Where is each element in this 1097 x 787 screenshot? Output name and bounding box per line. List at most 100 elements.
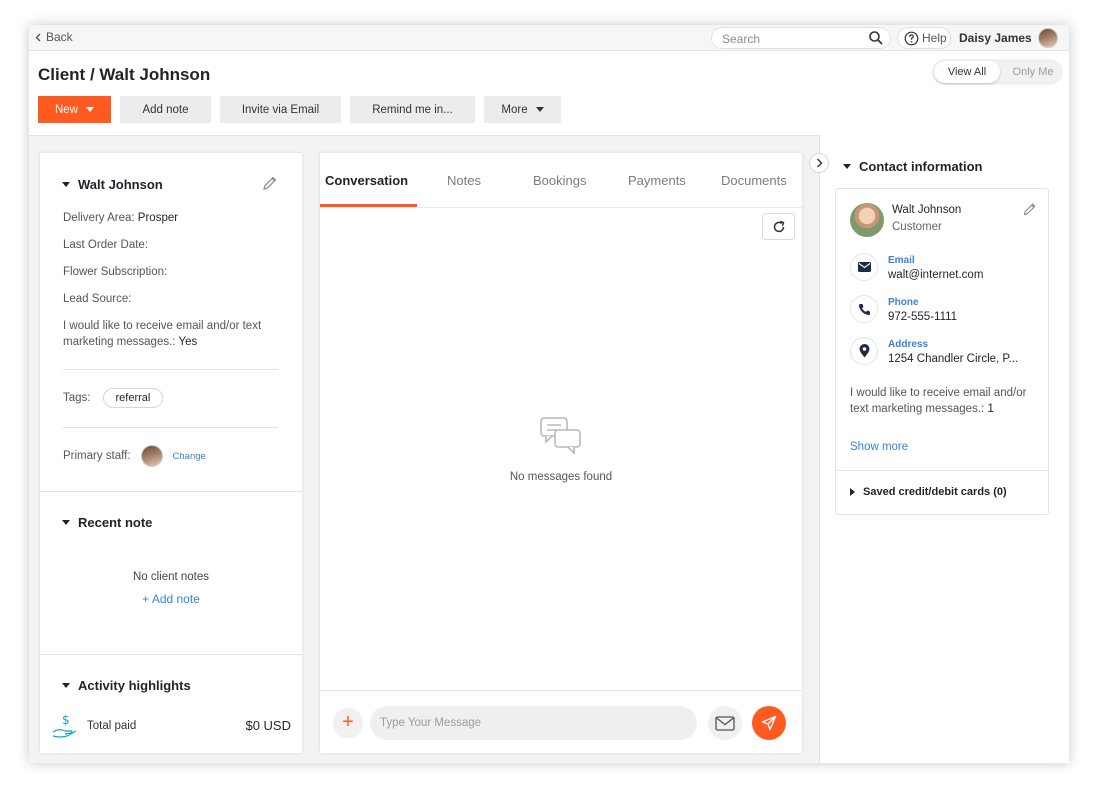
field-marketing-optin: I would like to receive email and/or tex… (63, 318, 273, 350)
email-label: Email (888, 255, 915, 266)
tab-payments[interactable]: Payments (628, 173, 686, 188)
address-icon-badge (850, 337, 878, 365)
svg-text:$: $ (62, 713, 70, 727)
search-icon[interactable] (868, 30, 884, 46)
plus-icon: + (142, 592, 152, 606)
pencil-icon[interactable] (261, 174, 279, 192)
total-paid-label: Total paid (87, 720, 137, 732)
contact-info-title: Contact information (859, 159, 983, 174)
back-button[interactable]: Back (35, 30, 73, 44)
client-section-header[interactable]: Walt Johnson (62, 177, 282, 192)
back-label: Back (46, 30, 73, 44)
caret-down-icon (86, 107, 94, 112)
field-lead-source: Lead Source: (63, 291, 278, 307)
money-hand-icon: $ (52, 713, 77, 738)
contact-panel: Contact information Walt Johnson Custome… (819, 135, 1069, 763)
search-box[interactable] (711, 27, 891, 49)
contact-name: Walt Johnson (892, 204, 962, 216)
panel-toggle-button[interactable] (809, 153, 829, 173)
help-button[interactable]: Help (897, 27, 951, 49)
tab-bar: Conversation Notes Bookings Payments Doc… (320, 153, 802, 208)
phone-icon (858, 303, 870, 315)
message-composer: + (320, 690, 802, 753)
no-messages-text: No messages found (509, 471, 613, 483)
message-input[interactable] (370, 706, 697, 740)
divider (63, 427, 278, 428)
change-staff-link[interactable]: Change (173, 451, 206, 462)
phone-icon-badge (850, 295, 878, 323)
user-avatar (1037, 28, 1058, 48)
phone-value[interactable]: 972-555-1111 (888, 311, 957, 323)
collapse-icon (62, 520, 70, 525)
phone-label: Phone (888, 297, 919, 308)
user-menu[interactable]: Daisy James (959, 25, 1058, 51)
envelope-icon (715, 715, 735, 731)
field-flower-subscription: Flower Subscription: (63, 264, 278, 280)
contact-role: Customer (892, 221, 942, 233)
divider (40, 654, 302, 655)
tab-notes[interactable]: Notes (447, 173, 481, 188)
conversation-card: Conversation Notes Bookings Payments Doc… (320, 153, 802, 753)
envelope-icon (857, 262, 871, 272)
divider (63, 369, 278, 370)
empty-conversation: No messages found (320, 416, 802, 483)
invite-email-button[interactable]: Invite via Email (220, 96, 341, 123)
email-icon-badge (850, 253, 878, 281)
field-label: Flower Subscription: (63, 266, 168, 278)
view-all-option[interactable]: View All (934, 61, 1000, 83)
more-button[interactable]: More (484, 96, 561, 123)
tab-bookings[interactable]: Bookings (533, 173, 586, 188)
collapse-icon (62, 182, 70, 187)
contact-info-header[interactable]: Contact information (843, 159, 983, 174)
active-tab-indicator (320, 204, 417, 207)
add-note-button[interactable]: Add note (120, 96, 211, 123)
refresh-icon (773, 220, 784, 232)
send-button[interactable] (752, 706, 786, 740)
address-value[interactable]: 1254 Chandler Circle, P... (888, 353, 1018, 365)
tab-conversation[interactable]: Conversation (325, 173, 408, 188)
remind-button[interactable]: Remind me in... (350, 96, 475, 123)
email-value[interactable]: walt@internet.com (888, 269, 983, 281)
field-value: Yes (178, 336, 198, 348)
view-toggle[interactable]: View All Only Me (932, 59, 1063, 85)
total-paid-row: $ Total paid $0 USD (51, 713, 291, 739)
more-label: More (501, 103, 528, 116)
staff-avatar (140, 445, 163, 467)
field-label: Delivery Area: (63, 212, 135, 224)
show-more-link[interactable]: Show more (850, 441, 908, 453)
no-notes-text: No client notes (132, 571, 210, 583)
help-icon (904, 31, 919, 45)
app-window: Back Help Daisy James Client / Walt John… (29, 25, 1069, 763)
attach-button[interactable]: + (333, 708, 363, 738)
field-label: I would like to receive email and/or tex… (63, 320, 262, 348)
add-note-link[interactable]: + Add note (40, 590, 302, 608)
email-button[interactable] (708, 706, 742, 740)
tab-documents[interactable]: Documents (721, 173, 787, 188)
recent-note-title: Recent note (78, 515, 153, 530)
client-name: Walt Johnson (78, 177, 163, 192)
saved-cards-row[interactable]: Saved credit/debit cards (0) (850, 486, 1007, 498)
client-details-card: Walt Johnson Delivery Area: Prosper Last… (40, 153, 302, 753)
send-icon (761, 715, 777, 731)
new-button[interactable]: New (38, 96, 111, 123)
chevron-right-icon (816, 158, 822, 168)
collapse-icon (62, 683, 70, 688)
expand-icon (850, 488, 855, 496)
only-me-option[interactable]: Only Me (1004, 61, 1062, 83)
search-input[interactable] (722, 31, 862, 46)
tag-chip[interactable]: referral (102, 388, 164, 408)
chevron-left-icon (35, 33, 41, 41)
top-bar: Back Help Daisy James (29, 25, 1069, 51)
divider (40, 491, 302, 492)
chat-bubbles-icon (540, 417, 581, 455)
new-label: New (54, 103, 78, 116)
pencil-icon[interactable] (1022, 201, 1038, 217)
caret-down-icon (535, 107, 544, 112)
marketing-value: 1 (987, 403, 994, 415)
marketing-label: I would like to receive email and/or tex… (850, 387, 1027, 415)
recent-note-header[interactable]: Recent note (62, 515, 152, 530)
client-section: Walt Johnson (62, 174, 282, 192)
activity-header[interactable]: Activity highlights (62, 678, 191, 693)
refresh-button[interactable] (762, 213, 795, 240)
location-pin-icon (859, 344, 869, 358)
